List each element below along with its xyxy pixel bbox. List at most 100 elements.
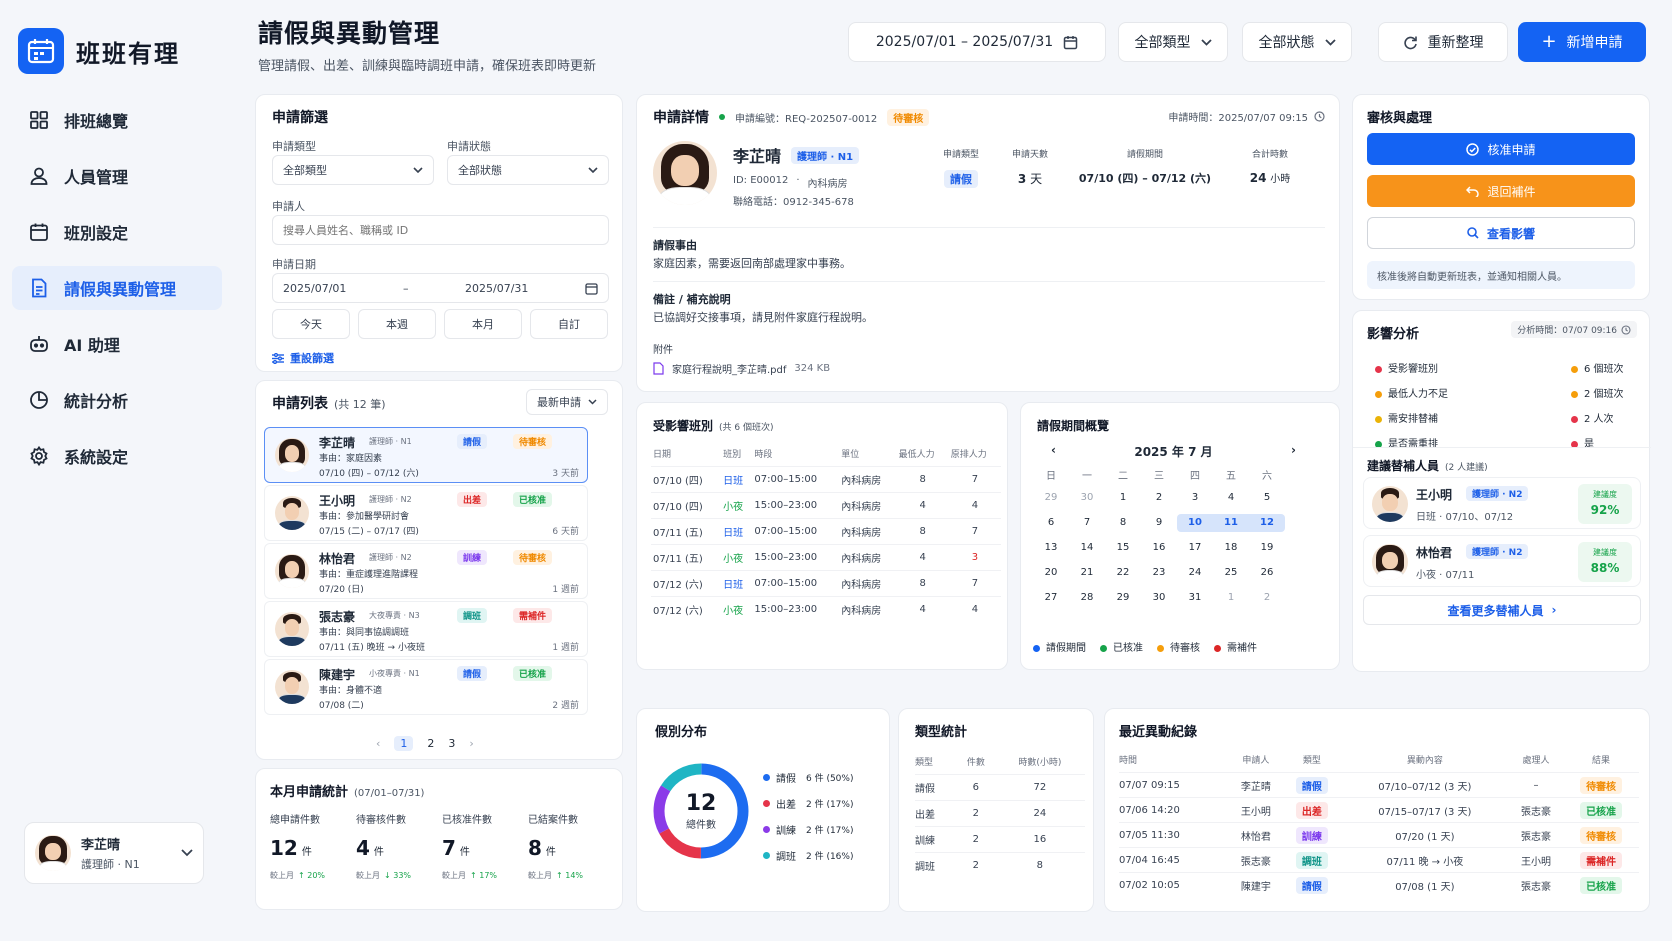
calendar-day[interactable]: 18 bbox=[1213, 539, 1249, 557]
approve-button[interactable]: 核准申請 bbox=[1367, 133, 1635, 165]
detail-summary: 申請類型 請假 申請天數 3 天 請假期間 07/10 (四) – 07/12 (六)… bbox=[927, 147, 1323, 213]
quick-custom-button[interactable]: 自訂 bbox=[530, 309, 608, 339]
calendar-day[interactable]: 3 bbox=[1177, 489, 1213, 507]
calendar-day[interactable]: 6 bbox=[1033, 514, 1069, 532]
more-subs-button[interactable]: 查看更多替補人員 › bbox=[1363, 595, 1641, 625]
calendar-day[interactable]: 10 bbox=[1177, 514, 1213, 532]
app-logo[interactable]: 班班有理 bbox=[18, 28, 180, 74]
sort-dropdown[interactable]: 最新申請 bbox=[526, 389, 608, 415]
stat-compare: 較上月 bbox=[356, 871, 380, 880]
calendar-day[interactable]: 14 bbox=[1069, 539, 1105, 557]
page-1[interactable]: 1 bbox=[394, 736, 414, 751]
calendar-day[interactable]: 26 bbox=[1249, 564, 1285, 582]
calendar-day[interactable]: 17 bbox=[1177, 539, 1213, 557]
date-to: 2025/07/31 bbox=[465, 281, 529, 295]
date-range-input[interactable]: 2025/07/01 – 2025/07/31 bbox=[272, 273, 609, 303]
substitute-card[interactable]: 王小明 護理師 · N2 日班 · 07/10、07/12 建議度 92% bbox=[1363, 477, 1641, 529]
nav-item-leave[interactable]: 請假與異動管理 bbox=[12, 266, 222, 310]
next-page-icon[interactable]: › bbox=[469, 737, 473, 750]
calendar-day[interactable]: 25 bbox=[1213, 564, 1249, 582]
calendar-day[interactable]: 28 bbox=[1069, 589, 1105, 607]
type-select[interactable]: 全部類型 bbox=[272, 155, 434, 185]
page-title: 請假與異動管理 bbox=[258, 19, 441, 48]
type-filter-dropdown[interactable]: 全部類型 bbox=[1118, 22, 1228, 62]
legend-item: 請假期間 bbox=[1033, 639, 1086, 654]
calendar-day[interactable]: 2 bbox=[1141, 489, 1177, 507]
calendar-day[interactable]: 8 bbox=[1105, 514, 1141, 532]
calendar-day[interactable]: 27 bbox=[1033, 589, 1069, 607]
dist-label: 訓練 bbox=[776, 825, 796, 837]
avatar bbox=[275, 554, 309, 588]
recent-applicant: 李芷晴 bbox=[1228, 772, 1283, 798]
calendar-day[interactable]: 19 bbox=[1249, 539, 1285, 557]
calendar-day[interactable]: 2 bbox=[1249, 589, 1285, 607]
calendar-day[interactable]: 12 bbox=[1249, 514, 1285, 532]
request-list-item[interactable]: 張志豪 大夜專責 · N3 調班 需補件 事由：與同事協調調班 07/11 (五) 晚班 … bbox=[264, 601, 588, 657]
refresh-button[interactable]: 重新整理 bbox=[1378, 22, 1508, 62]
weekday-label: 二 bbox=[1118, 471, 1128, 482]
shift-cell: 小夜 bbox=[721, 544, 753, 571]
calendar-day[interactable]: 7 bbox=[1069, 514, 1105, 532]
page-3[interactable]: 3 bbox=[448, 737, 455, 750]
substitute-card[interactable]: 林怡君 護理師 · N2 小夜 · 07/11 建議度 88% bbox=[1363, 535, 1641, 587]
shift-cell: 7 bbox=[948, 466, 1001, 493]
nav-item-settings[interactable]: 系統設定 bbox=[12, 434, 222, 478]
impact-card: 影響分析 分析時間：07/07 09:16 受影響班別 6 個班次 最低人力不足 2 … bbox=[1352, 310, 1651, 672]
calendar-day[interactable]: 31 bbox=[1177, 589, 1213, 607]
request-list-item[interactable]: 王小明 護理師 · N2 出差 已核准 事由：參加醫學研討會 07/15 (二) – 07… bbox=[264, 485, 588, 541]
calendar-day[interactable]: 1 bbox=[1105, 489, 1141, 507]
calendar-day[interactable]: 4 bbox=[1213, 489, 1249, 507]
calendar-day[interactable]: 5 bbox=[1249, 489, 1285, 507]
calendar-day[interactable]: 21 bbox=[1069, 564, 1105, 582]
calendar-day[interactable]: 29 bbox=[1105, 589, 1141, 607]
quick-week-button[interactable]: 本週 bbox=[358, 309, 436, 339]
page-2[interactable]: 2 bbox=[427, 737, 434, 750]
request-list-item[interactable]: 李芷晴 護理師 · N1 請假 待審核 事由：家庭因素 07/10 (四) – 07/12… bbox=[264, 427, 588, 483]
new-request-button[interactable]: + 新增申請 bbox=[1518, 22, 1646, 62]
date-range-picker[interactable]: 2025/07/01 – 2025/07/31 bbox=[848, 22, 1106, 62]
recent-row: 07/05 11:30 林怡君 訓練 07/20 (1 天) 張志豪 待審核 bbox=[1119, 822, 1639, 848]
prev-page-icon[interactable]: ‹ bbox=[376, 737, 380, 750]
return-button[interactable]: 退回補件 bbox=[1367, 175, 1635, 207]
item-reason: 事由：身體不適 bbox=[319, 686, 383, 696]
nav-item-ai[interactable]: AI 助理 bbox=[12, 322, 222, 366]
request-list-item[interactable]: 林怡君 護理師 · N2 訓練 待審核 事由：重症護理進階課程 07/20 (日) 1 週前 bbox=[264, 543, 588, 599]
status-select[interactable]: 全部狀態 bbox=[447, 155, 609, 185]
view-impact-button[interactable]: 查看影響 bbox=[1367, 217, 1635, 249]
attachment-link[interactable]: 家庭行程說明_李芷晴.pdf 324 KB bbox=[653, 361, 830, 376]
calendar-day[interactable]: 9 bbox=[1141, 514, 1177, 532]
calendar-day[interactable]: 15 bbox=[1105, 539, 1141, 557]
calendar-day[interactable]: 23 bbox=[1141, 564, 1177, 582]
impact-list: 受影響班別 6 個班次 最低人力不足 2 個班次 需安排替補 2 人次 是否需重排 是 bbox=[1375, 355, 1635, 455]
shift-cell: 15:00–23:00 bbox=[752, 544, 840, 571]
calendar-day[interactable]: 13 bbox=[1033, 539, 1069, 557]
shift-cell: 07/12 (六) bbox=[651, 570, 722, 597]
calendar-day[interactable]: 16 bbox=[1141, 539, 1177, 557]
pie-chart-icon bbox=[30, 391, 48, 409]
calendar-day[interactable]: 22 bbox=[1105, 564, 1141, 582]
nav-item-stats[interactable]: 統計分析 bbox=[12, 378, 222, 422]
calendar-day[interactable]: 30 bbox=[1069, 489, 1105, 507]
quick-month-button[interactable]: 本月 bbox=[444, 309, 522, 339]
current-user-card[interactable]: 李芷晴 護理師 · N1 bbox=[24, 822, 204, 884]
nav-item-staff[interactable]: 人員管理 bbox=[12, 154, 222, 198]
type-filter-value: 全部類型 bbox=[1134, 35, 1191, 51]
next-month-icon[interactable]: › bbox=[1291, 443, 1296, 460]
reset-filter-link[interactable]: 重設篩選 bbox=[272, 350, 334, 366]
nav-item-shifts[interactable]: 班別設定 bbox=[12, 210, 222, 254]
status-filter-dropdown[interactable]: 全部狀態 bbox=[1242, 22, 1352, 62]
prev-month-icon[interactable]: ‹ bbox=[1051, 443, 1056, 460]
dist-dot-icon bbox=[763, 825, 770, 833]
quick-today-button[interactable]: 今天 bbox=[272, 309, 350, 339]
calendar-day[interactable]: 29 bbox=[1033, 489, 1069, 507]
nav-item-schedule[interactable]: 排班總覽 bbox=[12, 98, 222, 142]
chevron-down-icon bbox=[1324, 38, 1336, 46]
request-list-item[interactable]: 陳建宇 小夜專責 · N1 請假 已核准 事由：身體不適 07/08 (二) 2 週前 bbox=[264, 659, 588, 715]
calendar-day[interactable]: 30 bbox=[1141, 589, 1177, 607]
calendar-day[interactable]: 20 bbox=[1033, 564, 1069, 582]
calendar-day[interactable]: 11 bbox=[1213, 514, 1249, 532]
applicant-search-input[interactable] bbox=[272, 215, 609, 245]
calendar-day[interactable]: 24 bbox=[1177, 564, 1213, 582]
calendar-day[interactable]: 1 bbox=[1213, 589, 1249, 607]
recent-title: 最近異動紀錄 bbox=[1119, 725, 1198, 740]
